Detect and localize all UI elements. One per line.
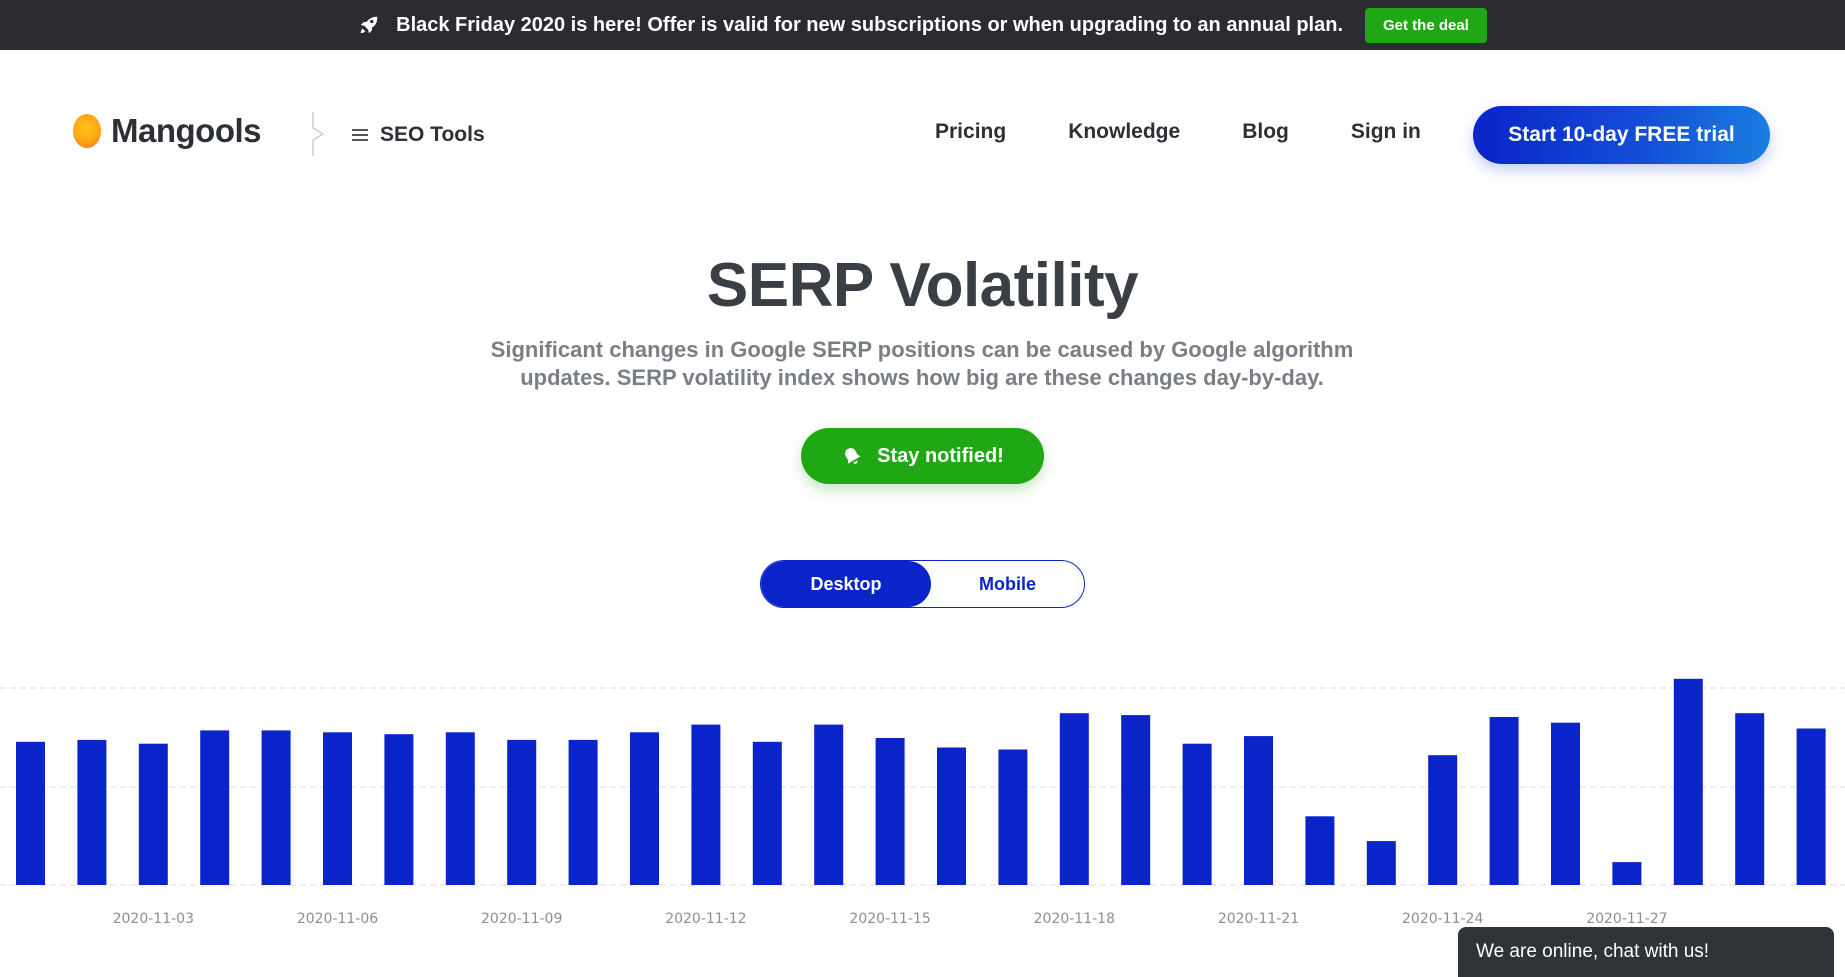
seo-tools-menu-button[interactable]: SEO Tools	[352, 123, 485, 147]
x-tick-label: 2020-11-18	[1034, 911, 1115, 927]
bar-2020-11-19[interactable]	[1121, 715, 1151, 885]
bar-2020-11-11[interactable]	[630, 732, 659, 885]
nav-blog[interactable]: Blog	[1242, 120, 1289, 144]
stay-notified-button[interactable]: Stay notified!	[801, 428, 1044, 484]
toggle-desktop[interactable]: Desktop	[761, 561, 931, 607]
bar-2020-11-25[interactable]	[1489, 717, 1519, 885]
promo-bar: Black Friday 2020 is here! Offer is vali…	[0, 0, 1845, 50]
bar-2020-11-29[interactable]	[1735, 713, 1765, 885]
serp-volatility-chart: 2020-11-03 2020-11-06 2020-11-09 2020-11-12…	[0, 678, 1845, 927]
bar-2020-11-22[interactable]	[1305, 816, 1335, 885]
hamburger-icon	[352, 129, 368, 141]
stay-notified-label: Stay notified!	[877, 444, 1004, 467]
separator-chevron-icon	[312, 112, 325, 156]
bar-2020-11-09[interactable]	[507, 739, 537, 885]
bar-2020-11-04[interactable]	[200, 730, 230, 885]
start-trial-button[interactable]: Start 10-day FREE trial	[1473, 106, 1770, 164]
logo-mark-icon	[73, 114, 101, 148]
site-header: Mangools SEO Tools Pricing Knowledge Blo…	[0, 50, 1845, 220]
subtitle-line-2: updates. SERP volatility index shows how…	[520, 365, 1324, 390]
bar-2020-11-18[interactable]	[1059, 713, 1089, 885]
nav-pricing[interactable]: Pricing	[935, 120, 1006, 144]
get-the-deal-button[interactable]: Get the deal	[1365, 7, 1487, 43]
rocket-icon	[360, 16, 378, 34]
bar-2020-11-17[interactable]	[998, 749, 1028, 886]
bar-2020-11-05[interactable]	[261, 730, 291, 885]
chat-label: We are online, chat with us!	[1476, 941, 1710, 962]
bar-2020-11-06[interactable]	[323, 732, 352, 885]
promo-message: Black Friday 2020 is here! Offer is vali…	[396, 13, 1343, 36]
x-tick-label: 2020-11-09	[481, 911, 562, 927]
bar-2020-11-24[interactable]	[1428, 755, 1458, 885]
x-tick-label: 2020-11-03	[113, 911, 194, 927]
bar-2020-11-13[interactable]	[752, 741, 782, 885]
logo[interactable]: Mangools	[73, 112, 262, 150]
toggle-mobile[interactable]: Mobile	[931, 561, 1084, 607]
bar-2020-11-10[interactable]	[568, 739, 598, 885]
bar-2020-11-26[interactable]	[1551, 722, 1580, 885]
bar-2020-11-28[interactable]	[1673, 678, 1703, 885]
x-tick-label: 2020-11-24	[1402, 911, 1483, 927]
main-nav: Pricing Knowledge Blog Sign in	[935, 120, 1421, 144]
bar-2020-11-03[interactable]	[138, 743, 168, 885]
bar-2020-11-20[interactable]	[1182, 743, 1212, 885]
x-tick-label: 2020-11-15	[849, 911, 930, 927]
device-toggle: Desktop Mobile	[760, 560, 1085, 608]
bar-2020-11-12[interactable]	[691, 724, 721, 885]
bar-2020-11-14[interactable]	[814, 724, 844, 885]
bar-2020-11-27[interactable]	[1612, 862, 1642, 885]
seo-tools-label: SEO Tools	[380, 123, 485, 146]
bell-icon	[845, 448, 861, 464]
chat-widget[interactable]: We are online, chat with us!	[1458, 927, 1834, 977]
nav-sign-in[interactable]: Sign in	[1351, 120, 1421, 144]
nav-knowledge[interactable]: Knowledge	[1068, 120, 1180, 144]
bar-2020-11-07[interactable]	[384, 734, 414, 885]
x-tick-label: 2020-11-06	[297, 911, 378, 927]
bar-2020-11-15[interactable]	[875, 738, 905, 885]
bar-2020-11-30[interactable]	[1796, 728, 1826, 886]
x-tick-label: 2020-11-27	[1586, 911, 1667, 927]
bar-2020-11-08[interactable]	[445, 732, 475, 885]
page-title: SERP Volatility	[706, 251, 1139, 320]
bar-2020-11-23[interactable]	[1366, 841, 1396, 885]
subtitle-line-1: Significant changes in Google SERP posit…	[490, 337, 1354, 362]
bar-2020-11-21[interactable]	[1244, 736, 1273, 885]
x-tick-label: 2020-11-12	[665, 911, 746, 927]
bar-2020-11-02[interactable]	[77, 739, 107, 885]
logo-text: Mangools	[111, 112, 262, 149]
x-tick-label: 2020-11-21	[1218, 911, 1299, 927]
bar-2020-11-16[interactable]	[937, 747, 966, 886]
page-subtitle: Significant changes in Google SERP posit…	[462, 336, 1382, 392]
bar-2020-11-01[interactable]	[16, 741, 45, 885]
